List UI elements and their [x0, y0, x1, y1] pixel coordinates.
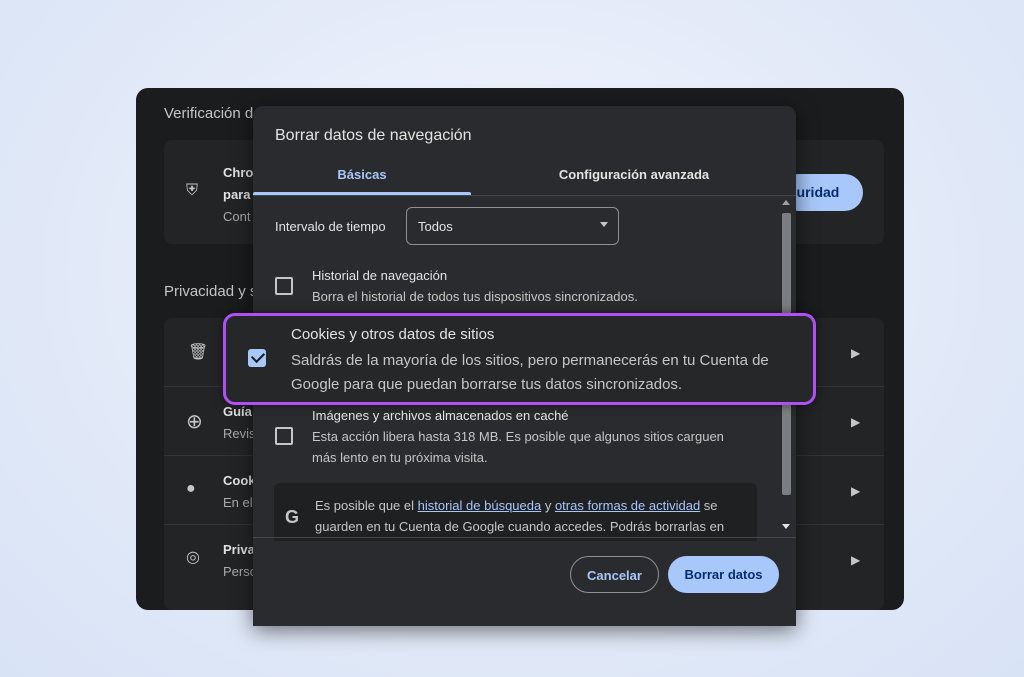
- tab-advanced[interactable]: Configuración avanzada: [525, 167, 743, 182]
- history-checkbox[interactable]: [275, 277, 293, 295]
- scroll-up-arrow-icon[interactable]: [782, 200, 790, 205]
- search-history-link[interactable]: historial de búsqueda: [418, 498, 542, 513]
- chevron-right-icon: ▶: [851, 553, 861, 567]
- info-text-part: y: [541, 498, 555, 513]
- chevron-right-icon: ▶: [851, 346, 861, 360]
- card-line3: Cont: [223, 209, 251, 224]
- cache-description-line2: más lento en tu próxima visita.: [312, 450, 488, 465]
- tab-basic[interactable]: Básicas: [253, 167, 471, 182]
- dialog-title: Borrar datos de navegación: [275, 127, 472, 144]
- info-text-part: Es posible que el: [315, 498, 418, 513]
- row-subtitle: Perso: [223, 564, 257, 579]
- privacy-ads-icon: ◎: [186, 549, 200, 566]
- compass-plus-icon: ⊕: [186, 411, 203, 433]
- clear-data-button[interactable]: Borrar datos: [668, 556, 779, 593]
- cookies-checkbox[interactable]: [248, 348, 266, 367]
- account-info-text: Es posible que el historial de búsqueda …: [315, 495, 745, 537]
- row-title: Guía: [223, 404, 252, 419]
- cancel-button[interactable]: Cancelar: [570, 556, 659, 593]
- time-range-label: Intervalo de tiempo: [275, 219, 386, 234]
- cache-title: Imágenes y archivos almacenados en caché: [312, 408, 569, 423]
- cookies-description-line2: Google para que puedan borrarse tus dato…: [291, 376, 683, 393]
- footer-divider: [253, 537, 796, 538]
- cache-checkbox[interactable]: [275, 427, 293, 445]
- time-range-select[interactable]: Todos: [406, 207, 619, 245]
- cookies-title: Cookies y otros datos de sitios: [291, 326, 495, 343]
- cache-description-line1: Esta acción libera hasta 318 MB. Es posi…: [312, 429, 724, 444]
- history-title: Historial de navegación: [312, 268, 448, 283]
- shield-icon: ⛨: [186, 182, 199, 199]
- section-title-privacy: Privacidad y s: [164, 283, 258, 300]
- trash-icon: 🗑︎: [188, 344, 209, 361]
- chevron-right-icon: ▶: [851, 484, 861, 498]
- google-g-icon: G: [285, 507, 300, 527]
- tab-divider: [253, 195, 796, 196]
- row-subtitle: En el: [223, 495, 253, 510]
- cookie-icon: ●: [186, 480, 196, 497]
- cookies-item-highlight[interactable]: Cookies y otros datos de sitios Saldrás …: [223, 313, 816, 405]
- row-title: Cook: [223, 473, 256, 488]
- chevron-right-icon: ▶: [851, 415, 861, 429]
- scroll-down-arrow-icon[interactable]: [782, 524, 790, 529]
- row-subtitle: Revis: [223, 426, 256, 441]
- card-line2: para: [223, 187, 251, 202]
- cookies-description: Saldrás de la mayoría de los sitios, per…: [291, 349, 801, 397]
- cookies-description-line1: Saldrás de la mayoría de los sitios, per…: [291, 352, 769, 369]
- time-range-value: Todos: [418, 219, 453, 234]
- card-line1: Chro: [223, 165, 254, 180]
- checkmark-icon: [250, 348, 266, 364]
- other-activity-link[interactable]: otras formas de actividad: [555, 498, 700, 513]
- dropdown-arrow-icon: [600, 222, 608, 227]
- history-description: Borra el historial de todos tus disposit…: [312, 289, 638, 304]
- section-title-security: Verificación d: [164, 105, 254, 122]
- account-info-box: G Es posible que el historial de búsqued…: [274, 483, 757, 541]
- row-title: Priva: [223, 542, 255, 557]
